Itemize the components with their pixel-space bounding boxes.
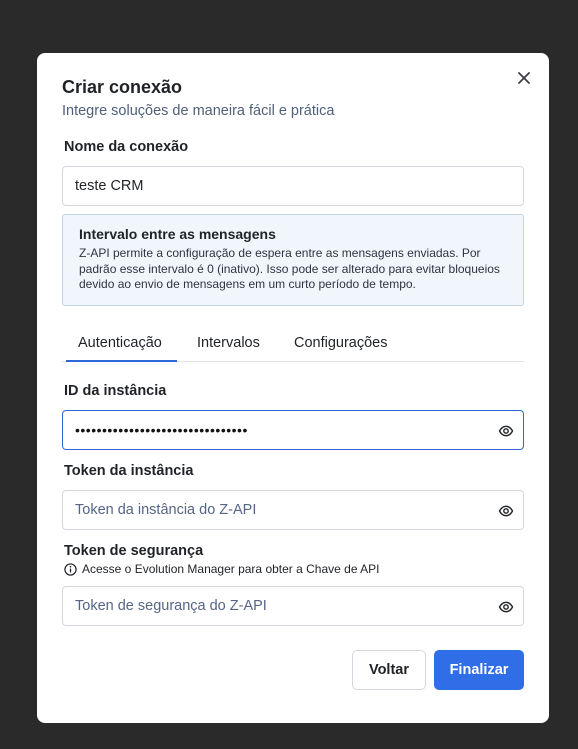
security-token-label: Token de segurança xyxy=(64,543,204,559)
connection-name-input[interactable]: teste CRM xyxy=(62,166,524,206)
finish-button[interactable]: Finalizar xyxy=(434,650,524,690)
security-token-hint-text: Acesse o Evolution Manager para obter a … xyxy=(82,562,380,576)
back-button[interactable]: Voltar xyxy=(352,650,426,690)
create-connection-modal: Criar conexão Integre soluções de maneir… xyxy=(37,53,549,723)
instance-id-label: ID da instância xyxy=(64,383,167,399)
security-token-input[interactable]: Token de segurança do Z-API xyxy=(62,586,524,626)
tab-configuracoes[interactable]: Configurações xyxy=(294,335,388,351)
info-icon xyxy=(64,562,77,576)
tab-bar: Autenticação Intervalos Configurações xyxy=(62,327,524,362)
connection-name-value: teste CRM xyxy=(75,178,144,194)
eye-icon[interactable] xyxy=(498,423,514,439)
connection-name-label: Nome da conexão xyxy=(64,139,189,155)
instance-id-input[interactable]: •••••••••••••••••••••••••••••••• xyxy=(62,410,524,450)
close-icon[interactable] xyxy=(517,71,531,85)
instance-id-masked-value: •••••••••••••••••••••••••••••••• xyxy=(75,422,248,438)
instance-token-input[interactable]: Token da instância do Z-API xyxy=(62,490,524,530)
security-token-placeholder: Token de segurança do Z-API xyxy=(75,598,267,614)
modal-subtitle: Integre soluções de maneira fácil e prát… xyxy=(62,103,335,119)
active-tab-indicator xyxy=(66,360,177,362)
tab-autenticacao[interactable]: Autenticação xyxy=(78,335,162,351)
tab-intervalos[interactable]: Intervalos xyxy=(197,335,260,351)
modal-title: Criar conexão xyxy=(62,77,183,97)
interval-info-box: Intervalo entre as mensagens Z-API permi… xyxy=(62,214,524,306)
instance-token-placeholder: Token da instância do Z-API xyxy=(75,502,257,518)
eye-icon[interactable] xyxy=(498,599,514,615)
eye-icon[interactable] xyxy=(498,503,514,519)
instance-token-label: Token da instância xyxy=(64,463,194,479)
security-token-hint: Acesse o Evolution Manager para obter a … xyxy=(64,562,380,576)
info-box-title: Intervalo entre as mensagens xyxy=(79,226,276,242)
info-box-body: Z-API permite a configuração de espera e… xyxy=(79,246,500,291)
